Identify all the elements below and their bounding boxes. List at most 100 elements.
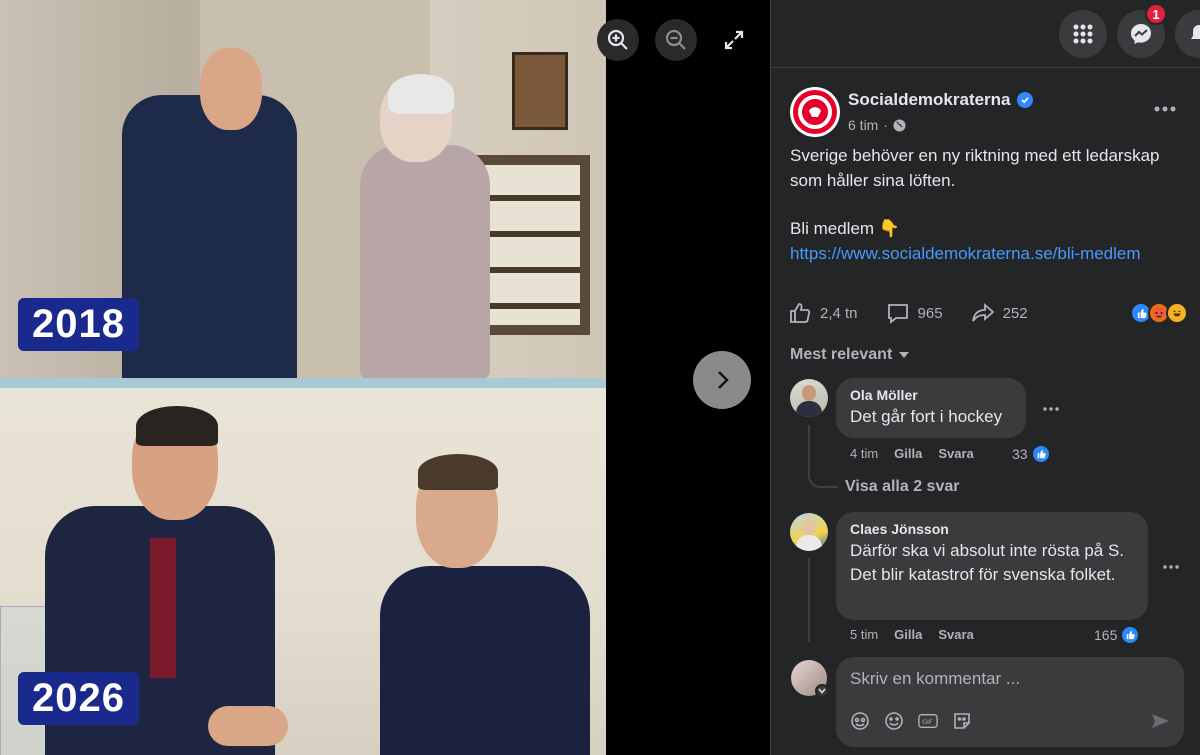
post-author[interactable]: Socialdemokraterna [848,90,1033,110]
bookshelf-books [485,165,580,325]
comments-count[interactable]: 965 [886,302,943,324]
reaction-emojis[interactable] [1130,302,1188,324]
comment-composer: GIF [836,657,1184,747]
post-meta: 6 tim · [848,117,906,133]
meta-separator: · [883,117,889,133]
handshake [208,706,288,746]
comment-like-1[interactable]: Gilla [894,446,922,461]
photo-divider [0,378,606,388]
comment-time-2[interactable]: 5 tim [850,627,878,642]
comment-icon [887,304,908,324]
shares-count[interactable]: 252 [971,302,1028,324]
post-body: Sverige behöver en ny riktning med ett l… [790,143,1190,266]
comment-text-2: Därför ska vi absolut inte rösta på S. D… [850,541,1125,584]
app-root: 2018 2026 1 Socialdemokraterna 6 tim · S… [0,0,1200,755]
post-panel: 1 Socialdemokraterna 6 tim · Sverige beh… [770,0,1200,755]
comment-author-1[interactable]: Ola Möller [850,387,1012,403]
likes-count[interactable]: 2,4 tn [788,302,858,324]
comment-input[interactable] [850,667,1170,691]
comment-count-2: 165 [1094,627,1118,643]
comment-reply-1[interactable]: Svara [938,446,973,461]
post-text-line-1: Sverige behöver en ny riktning med ett l… [790,146,1160,190]
zoom-out-button[interactable] [655,19,697,61]
profile-switch-button[interactable] [815,684,829,698]
comment-text-1: Det går fort i hockey [850,407,1003,426]
expand-icon [724,30,744,50]
comment-count-1: 33 [1012,446,1028,462]
grid-menu-icon [1073,24,1093,44]
chevron-down-icon [818,688,826,694]
year-badge-2018: 2018 [18,298,139,351]
post-author-name[interactable]: Socialdemokraterna [848,90,1011,110]
notifications-button[interactable] [1175,10,1200,58]
avatar-sticker-icon [851,712,869,730]
post-options-button[interactable] [1147,94,1183,124]
comment-reactions-1[interactable]: 33 [1012,444,1051,464]
sticker-button[interactable] [952,711,972,731]
emoji-button[interactable] [884,711,904,731]
zoom-in-button[interactable] [597,19,639,61]
messenger-icon [1131,24,1151,44]
comments-value: 965 [917,304,943,322]
comment-avatar-1[interactable] [790,379,828,417]
comment-avatar-2[interactable] [790,513,828,551]
gif-icon: GIF [918,713,938,729]
photo-viewer: 2018 2026 [0,0,770,755]
zoom-in-icon [607,29,628,50]
person-head-1 [200,48,262,130]
fullscreen-button[interactable] [713,19,755,61]
caret-down-icon [899,352,910,358]
reactions-bar: 2,4 tn 965 252 [788,298,1188,328]
share-icon [971,303,994,322]
avatar-sticker-button[interactable] [850,711,870,731]
thread-curve [808,470,838,488]
comment-reactions-2[interactable]: 165 [1094,625,1141,645]
sort-label: Mest relevant [790,346,893,363]
svg-text:GIF: GIF [922,719,933,726]
person-suit-right [380,566,590,755]
comment-author-2[interactable]: Claes Jönsson [850,521,1134,537]
next-photo-button[interactable] [693,351,751,409]
like-reaction-icon [1120,625,1141,645]
show-replies-link[interactable]: Visa alla 2 svar [845,478,959,496]
person-hair [388,74,454,114]
avatar-figure [802,385,816,401]
zoom-out-icon [665,29,686,50]
send-comment-button[interactable] [1150,711,1170,731]
globe-icon [893,118,906,132]
comment-actions-2: 5 tim Gilla Svara [850,627,974,642]
post-spacer [790,193,1190,216]
gif-button[interactable]: GIF [918,711,938,731]
sticker-icon [954,713,970,729]
thumbs-up-icon [790,303,811,323]
post-time[interactable]: 6 tim [848,117,878,133]
composer-tools: GIF [850,711,972,731]
top-bar: 1 [771,0,1200,68]
comment-reply-2[interactable]: Svara [938,627,973,642]
comment-options-1[interactable] [1037,397,1065,421]
like-reaction-icon [1030,444,1051,464]
tie-left [150,538,176,678]
menu-button[interactable] [1059,10,1107,58]
haha-reaction-icon [1166,302,1188,324]
socialdemokraterna-logo [793,90,837,134]
person-suit [122,95,297,380]
emoji-icon [885,712,903,730]
more-dots-icon [1043,407,1059,411]
comment-time-1[interactable]: 4 tim [850,446,878,461]
page-avatar[interactable] [790,87,840,137]
notification-badge: 1 [1145,3,1167,25]
post-text-line-2: Bli medlem 👇 [790,219,900,238]
photo-top: 2018 [0,0,606,380]
more-dots-icon [1163,565,1179,569]
verified-badge-icon [1016,92,1033,108]
post-link[interactable]: https://www.socialdemokraterna.se/bli-me… [790,241,1190,266]
thread-line [808,558,810,642]
avatar-figure-body [796,535,822,551]
comment-bubble-1: Ola Möller Det går fort i hockey [836,378,1026,438]
comment-like-2[interactable]: Gilla [894,627,922,642]
year-badge-2026: 2026 [18,672,139,725]
comment-options-2[interactable] [1157,555,1185,579]
wall-painting [512,52,568,130]
comment-sort-dropdown[interactable]: Mest relevant [790,346,910,364]
